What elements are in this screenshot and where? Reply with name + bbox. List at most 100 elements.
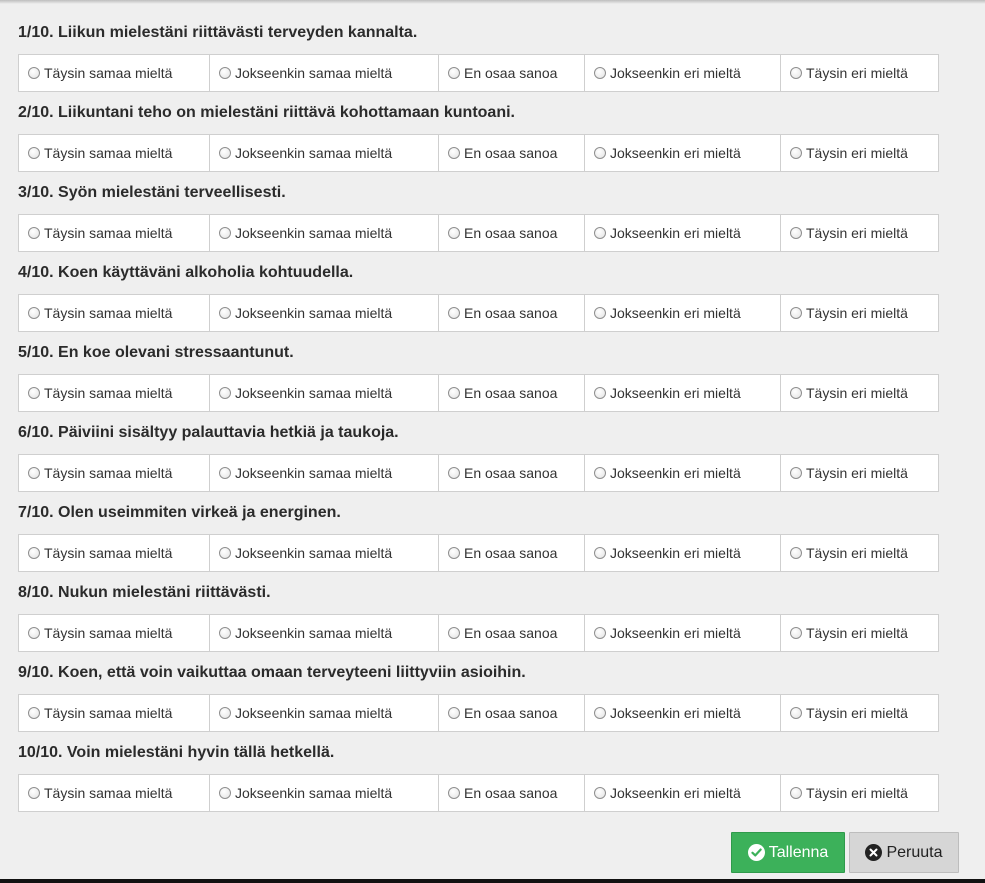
radio-button[interactable] bbox=[594, 227, 606, 239]
option-fully-agree[interactable]: Täysin samaa mieltä bbox=[19, 695, 210, 731]
radio-button[interactable] bbox=[28, 227, 40, 239]
radio-button[interactable] bbox=[448, 467, 460, 479]
radio-button[interactable] bbox=[594, 467, 606, 479]
option-fully-agree[interactable]: Täysin samaa mieltä bbox=[19, 215, 210, 251]
option-fully-agree[interactable]: Täysin samaa mieltä bbox=[19, 375, 210, 411]
cancel-button[interactable]: Peruuta bbox=[849, 832, 959, 873]
option-somewhat-disagree[interactable]: Jokseenkin eri mieltä bbox=[585, 455, 781, 491]
option-fully-disagree[interactable]: Täysin eri mieltä bbox=[781, 375, 938, 411]
option-somewhat-disagree[interactable]: Jokseenkin eri mieltä bbox=[585, 775, 781, 811]
radio-button[interactable] bbox=[28, 67, 40, 79]
option-dont-know[interactable]: En osaa sanoa bbox=[439, 615, 585, 651]
option-somewhat-agree[interactable]: Jokseenkin samaa mieltä bbox=[210, 215, 439, 251]
option-somewhat-disagree[interactable]: Jokseenkin eri mieltä bbox=[585, 375, 781, 411]
option-dont-know[interactable]: En osaa sanoa bbox=[439, 375, 585, 411]
option-dont-know[interactable]: En osaa sanoa bbox=[439, 535, 585, 571]
option-fully-agree[interactable]: Täysin samaa mieltä bbox=[19, 55, 210, 91]
option-fully-disagree[interactable]: Täysin eri mieltä bbox=[781, 535, 938, 571]
option-somewhat-agree[interactable]: Jokseenkin samaa mieltä bbox=[210, 295, 439, 331]
option-fully-disagree[interactable]: Täysin eri mieltä bbox=[781, 215, 938, 251]
radio-button[interactable] bbox=[219, 547, 231, 559]
radio-button[interactable] bbox=[28, 307, 40, 319]
option-fully-agree[interactable]: Täysin samaa mieltä bbox=[19, 535, 210, 571]
radio-button[interactable] bbox=[594, 387, 606, 399]
option-fully-disagree[interactable]: Täysin eri mieltä bbox=[781, 455, 938, 491]
radio-button[interactable] bbox=[790, 547, 802, 559]
radio-button[interactable] bbox=[594, 547, 606, 559]
option-somewhat-disagree[interactable]: Jokseenkin eri mieltä bbox=[585, 695, 781, 731]
option-somewhat-disagree[interactable]: Jokseenkin eri mieltä bbox=[585, 215, 781, 251]
save-button[interactable]: Tallenna bbox=[731, 832, 845, 873]
option-dont-know[interactable]: En osaa sanoa bbox=[439, 455, 585, 491]
radio-button[interactable] bbox=[219, 147, 231, 159]
option-somewhat-agree[interactable]: Jokseenkin samaa mieltä bbox=[210, 775, 439, 811]
option-dont-know[interactable]: En osaa sanoa bbox=[439, 775, 585, 811]
radio-button[interactable] bbox=[219, 707, 231, 719]
option-dont-know[interactable]: En osaa sanoa bbox=[439, 135, 585, 171]
radio-button[interactable] bbox=[448, 387, 460, 399]
option-dont-know[interactable]: En osaa sanoa bbox=[439, 215, 585, 251]
radio-button[interactable] bbox=[28, 627, 40, 639]
radio-button[interactable] bbox=[790, 467, 802, 479]
radio-button[interactable] bbox=[790, 627, 802, 639]
option-fully-agree[interactable]: Täysin samaa mieltä bbox=[19, 775, 210, 811]
radio-button[interactable] bbox=[219, 227, 231, 239]
option-fully-agree[interactable]: Täysin samaa mieltä bbox=[19, 455, 210, 491]
option-fully-agree[interactable]: Täysin samaa mieltä bbox=[19, 615, 210, 651]
radio-button[interactable] bbox=[790, 707, 802, 719]
option-somewhat-disagree[interactable]: Jokseenkin eri mieltä bbox=[585, 295, 781, 331]
radio-button[interactable] bbox=[790, 67, 802, 79]
option-dont-know[interactable]: En osaa sanoa bbox=[439, 295, 585, 331]
option-fully-disagree[interactable]: Täysin eri mieltä bbox=[781, 55, 938, 91]
option-somewhat-disagree[interactable]: Jokseenkin eri mieltä bbox=[585, 55, 781, 91]
option-fully-disagree[interactable]: Täysin eri mieltä bbox=[781, 295, 938, 331]
option-somewhat-agree[interactable]: Jokseenkin samaa mieltä bbox=[210, 615, 439, 651]
radio-button[interactable] bbox=[448, 307, 460, 319]
radio-button[interactable] bbox=[790, 307, 802, 319]
radio-button[interactable] bbox=[219, 467, 231, 479]
radio-button[interactable] bbox=[790, 227, 802, 239]
radio-button[interactable] bbox=[448, 227, 460, 239]
option-somewhat-agree[interactable]: Jokseenkin samaa mieltä bbox=[210, 375, 439, 411]
radio-button[interactable] bbox=[28, 787, 40, 799]
radio-button[interactable] bbox=[28, 147, 40, 159]
radio-button[interactable] bbox=[219, 387, 231, 399]
radio-button[interactable] bbox=[28, 707, 40, 719]
radio-button[interactable] bbox=[219, 67, 231, 79]
radio-button[interactable] bbox=[448, 147, 460, 159]
option-somewhat-agree[interactable]: Jokseenkin samaa mieltä bbox=[210, 535, 439, 571]
option-fully-disagree[interactable]: Täysin eri mieltä bbox=[781, 695, 938, 731]
radio-button[interactable] bbox=[594, 307, 606, 319]
radio-button[interactable] bbox=[594, 627, 606, 639]
option-somewhat-agree[interactable]: Jokseenkin samaa mieltä bbox=[210, 135, 439, 171]
option-dont-know[interactable]: En osaa sanoa bbox=[439, 695, 585, 731]
option-somewhat-agree[interactable]: Jokseenkin samaa mieltä bbox=[210, 695, 439, 731]
radio-button[interactable] bbox=[448, 707, 460, 719]
radio-button[interactable] bbox=[219, 307, 231, 319]
option-dont-know[interactable]: En osaa sanoa bbox=[439, 55, 585, 91]
option-somewhat-disagree[interactable]: Jokseenkin eri mieltä bbox=[585, 615, 781, 651]
radio-button[interactable] bbox=[219, 627, 231, 639]
radio-button[interactable] bbox=[448, 627, 460, 639]
option-fully-agree[interactable]: Täysin samaa mieltä bbox=[19, 135, 210, 171]
radio-button[interactable] bbox=[448, 67, 460, 79]
radio-button[interactable] bbox=[790, 387, 802, 399]
option-somewhat-agree[interactable]: Jokseenkin samaa mieltä bbox=[210, 455, 439, 491]
radio-button[interactable] bbox=[28, 387, 40, 399]
radio-button[interactable] bbox=[594, 147, 606, 159]
radio-button[interactable] bbox=[594, 787, 606, 799]
option-somewhat-agree[interactable]: Jokseenkin samaa mieltä bbox=[210, 55, 439, 91]
radio-button[interactable] bbox=[219, 787, 231, 799]
option-fully-agree[interactable]: Täysin samaa mieltä bbox=[19, 295, 210, 331]
radio-button[interactable] bbox=[594, 67, 606, 79]
radio-button[interactable] bbox=[448, 787, 460, 799]
radio-button[interactable] bbox=[790, 787, 802, 799]
option-somewhat-disagree[interactable]: Jokseenkin eri mieltä bbox=[585, 535, 781, 571]
radio-button[interactable] bbox=[28, 547, 40, 559]
radio-button[interactable] bbox=[448, 547, 460, 559]
option-fully-disagree[interactable]: Täysin eri mieltä bbox=[781, 135, 938, 171]
radio-button[interactable] bbox=[28, 467, 40, 479]
radio-button[interactable] bbox=[594, 707, 606, 719]
option-fully-disagree[interactable]: Täysin eri mieltä bbox=[781, 775, 938, 811]
option-fully-disagree[interactable]: Täysin eri mieltä bbox=[781, 615, 938, 651]
